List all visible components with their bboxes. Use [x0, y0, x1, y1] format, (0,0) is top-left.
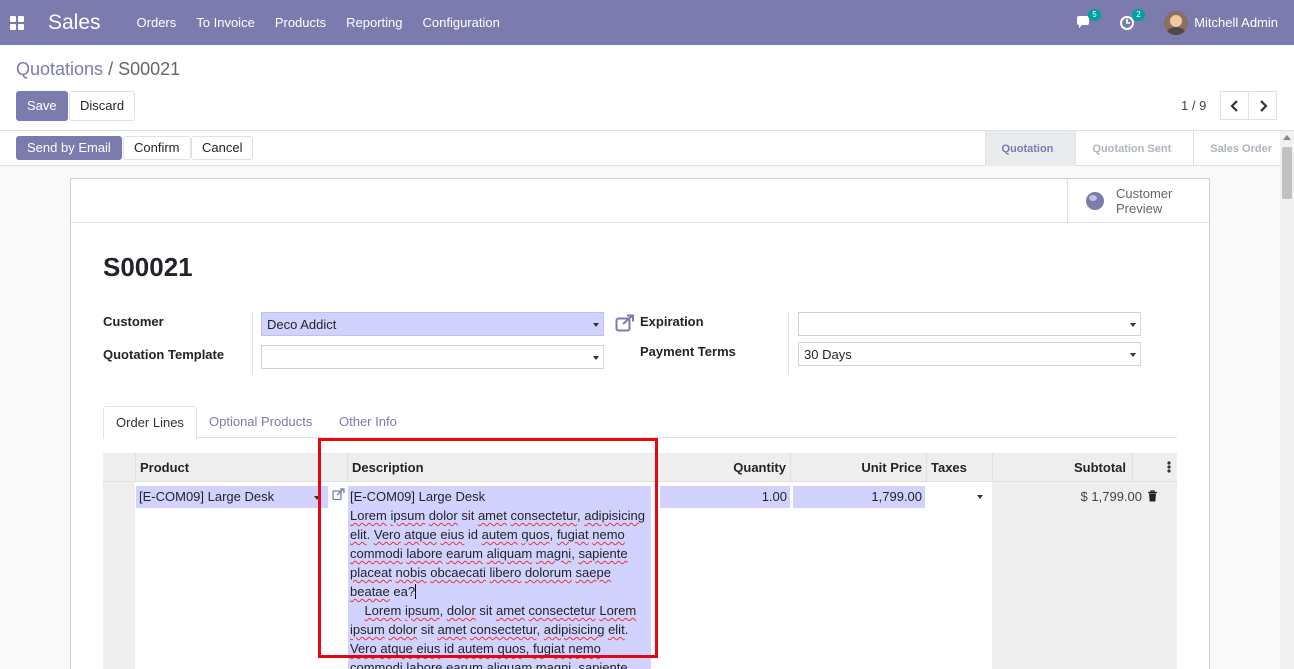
- stage-quotation[interactable]: Quotation: [985, 131, 1076, 166]
- description-body: Lorem ipsum dolor sit amet consectetur, …: [350, 508, 645, 599]
- column-quantity[interactable]: Quantity: [657, 453, 790, 482]
- payment-terms-select[interactable]: 30 Days: [798, 342, 1141, 366]
- customer-preview-button[interactable]: Customer Preview: [1067, 179, 1209, 222]
- chevron-down-icon: [1130, 353, 1136, 357]
- tab-optional-products[interactable]: Optional Products: [197, 406, 324, 438]
- kebab-menu-icon: [1167, 461, 1171, 473]
- form-sheet: Customer Preview S00021 Customer Quotati…: [70, 178, 1210, 669]
- quotation-template-select[interactable]: [261, 345, 604, 369]
- description-textarea[interactable]: [E-COM09] Large Desk Lorem ipsum dolor s…: [348, 486, 651, 669]
- user-avatar[interactable]: [1164, 10, 1189, 35]
- table-header: Product Description Quantity Unit Price …: [103, 453, 1177, 482]
- button-box: Customer Preview: [71, 179, 1209, 223]
- menu-orders[interactable]: Orders: [137, 15, 177, 30]
- row-handle-column: [103, 482, 135, 669]
- status-stages: Quotation Quotation Sent Sales Order: [985, 131, 1294, 166]
- breadcrumb-quotations[interactable]: Quotations: [16, 59, 103, 79]
- chevron-down-icon: [1130, 323, 1136, 327]
- field-separator: [788, 312, 789, 374]
- pager-next-button[interactable]: [1248, 91, 1277, 120]
- taxes-input[interactable]: [929, 486, 989, 508]
- confirm-button[interactable]: Confirm: [123, 136, 191, 160]
- column-taxes[interactable]: Taxes: [926, 453, 992, 482]
- field-separator: [252, 312, 253, 374]
- globe-icon: [1086, 191, 1104, 210]
- column-unit-price[interactable]: Unit Price: [790, 453, 926, 482]
- stage-sales-order[interactable]: Sales Order: [1193, 131, 1294, 166]
- menu-to-invoice[interactable]: To Invoice: [196, 15, 255, 30]
- form-statusbar: Send by Email Confirm Cancel Quotation Q…: [0, 131, 1294, 166]
- chevron-right-icon: [1259, 99, 1268, 112]
- subtotal-value: $ 1,799.00: [1080, 489, 1142, 504]
- chevron-left-icon: [1229, 99, 1238, 112]
- payment-terms-label: Payment Terms: [640, 344, 736, 359]
- control-panel: Quotations / S00021 Save Discard 1 / 9: [0, 45, 1294, 131]
- discard-button[interactable]: Discard: [69, 91, 136, 121]
- cancel-button[interactable]: Cancel: [191, 136, 254, 160]
- messages-icon[interactable]: 5: [1076, 8, 1101, 31]
- pager-value[interactable]: 1 / 9: [1181, 98, 1206, 113]
- optional-columns-toggle[interactable]: [1132, 453, 1177, 482]
- trash-icon[interactable]: [1147, 490, 1158, 502]
- app-name[interactable]: Sales: [48, 11, 101, 35]
- product-input[interactable]: [E-COM09] Large Desk: [136, 486, 328, 508]
- payment-terms-value: 30 Days: [804, 347, 852, 362]
- page-scrollbar[interactable]: [1280, 131, 1294, 669]
- activities-icon[interactable]: 2: [1120, 8, 1145, 31]
- tab-other-info[interactable]: Other Info: [327, 406, 409, 438]
- user-name[interactable]: Mitchell Admin: [1194, 15, 1278, 30]
- menu-configuration[interactable]: Configuration: [423, 15, 500, 30]
- tab-order-lines[interactable]: Order Lines: [103, 406, 197, 439]
- stage-quotation-sent[interactable]: Quotation Sent: [1075, 131, 1193, 166]
- pager-previous-button[interactable]: [1220, 91, 1249, 120]
- column-subtotal[interactable]: Subtotal: [992, 453, 1132, 482]
- customer-label: Customer: [103, 314, 164, 329]
- save-button[interactable]: Save: [16, 91, 68, 121]
- quotation-template-label: Quotation Template: [103, 347, 225, 362]
- unit-price-input[interactable]: 1,799.00: [793, 486, 925, 508]
- order-lines-table: Product Description Quantity Unit Price …: [103, 453, 1177, 669]
- top-navbar: Sales Orders To Invoice Products Reporti…: [0, 0, 1294, 45]
- send-by-email-button[interactable]: Send by Email: [16, 136, 122, 160]
- notebook-tabs: Order Lines Optional Products Other Info: [103, 406, 1177, 439]
- apps-menu-icon[interactable]: [10, 15, 24, 30]
- chevron-down-icon: [593, 356, 599, 360]
- chevron-down-icon: [593, 323, 599, 327]
- breadcrumb-current: S00021: [118, 59, 181, 79]
- description-first-line: [E-COM09] Large Desk: [350, 489, 486, 504]
- breadcrumb-separator: /: [103, 59, 119, 79]
- expiration-label: Expiration: [640, 314, 704, 329]
- scroll-up-icon[interactable]: [1283, 135, 1291, 140]
- menu-products[interactable]: Products: [275, 15, 326, 30]
- order-title: S00021: [103, 252, 193, 282]
- chevron-down-icon: [977, 495, 983, 499]
- activities-badge: 2: [1132, 8, 1145, 21]
- customer-select[interactable]: Deco Addict: [261, 312, 604, 336]
- messages-badge: 5: [1088, 8, 1101, 21]
- external-link-icon[interactable]: [615, 314, 635, 332]
- description-body: Lorem ipsum, dolor sit amet consectetur …: [350, 603, 637, 669]
- column-description[interactable]: Description: [347, 453, 657, 482]
- breadcrumb: Quotations / S00021: [16, 59, 180, 80]
- customer-value: Deco Addict: [267, 317, 337, 332]
- expiration-date-input[interactable]: [798, 312, 1141, 336]
- column-product[interactable]: Product: [135, 453, 347, 482]
- menu-reporting[interactable]: Reporting: [346, 15, 402, 30]
- quantity-input[interactable]: 1.00: [660, 486, 790, 508]
- subtotal-cell: [992, 482, 1177, 669]
- chevron-down-icon: [314, 496, 320, 500]
- scrollbar-thumb[interactable]: [1282, 147, 1292, 199]
- customer-preview-label: Customer Preview: [1116, 185, 1173, 216]
- external-link-icon[interactable]: [332, 488, 345, 501]
